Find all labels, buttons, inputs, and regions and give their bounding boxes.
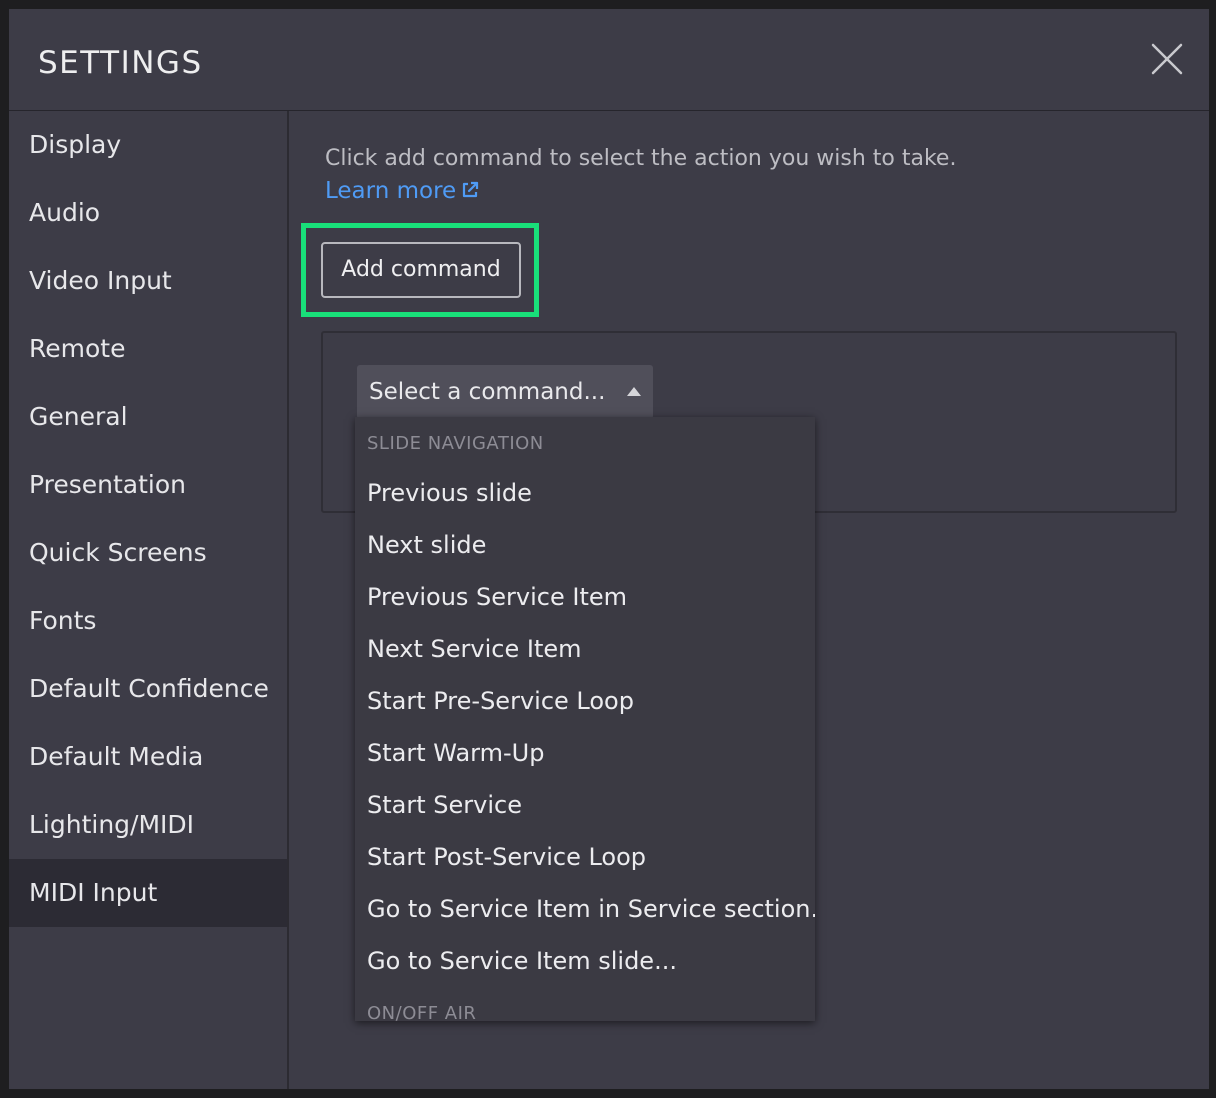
sidebar-item-display[interactable]: Display [9, 111, 287, 179]
sidebar-item-lighting-midi[interactable]: Lighting/MIDI [9, 791, 287, 859]
sidebar-item-label: Display [29, 130, 122, 159]
settings-dialog: SETTINGS Display Audio Video Input Remot… [9, 9, 1209, 1089]
menu-item-label: Next Service Item [367, 635, 582, 663]
dialog-title: SETTINGS [38, 45, 203, 81]
sidebar-item-label: Quick Screens [29, 538, 207, 567]
sidebar-item-midi-input[interactable]: MIDI Input [9, 859, 287, 927]
sidebar-item-label: Audio [29, 198, 101, 227]
menu-item[interactable]: Next slide [355, 519, 815, 571]
sidebar-item-label: MIDI Input [29, 878, 158, 907]
sidebar-item-label: Lighting/MIDI [29, 810, 195, 839]
sidebar-item-label: Fonts [29, 606, 97, 635]
menu-item-label: Start Warm-Up [367, 739, 545, 767]
menu-item[interactable]: Start Post-Service Loop [355, 831, 815, 883]
menu-item[interactable]: Start Pre-Service Loop [355, 675, 815, 727]
sidebar-item-general[interactable]: General [9, 383, 287, 451]
sidebar-item-label: Presentation [29, 470, 187, 499]
sidebar-item-label: Default Media [29, 742, 204, 771]
menu-item-label: Go to Service Item in Service section... [367, 895, 815, 923]
sidebar-item-video-input[interactable]: Video Input [9, 247, 287, 315]
menu-item-label: Go to Service Item slide... [367, 947, 677, 975]
sidebar-item-audio[interactable]: Audio [9, 179, 287, 247]
learn-more-link[interactable]: Learn more [325, 175, 480, 207]
sidebar-item-label: Remote [29, 334, 126, 363]
sidebar-item-fonts[interactable]: Fonts [9, 587, 287, 655]
dialog-header: SETTINGS [9, 9, 1209, 111]
menu-item[interactable]: Previous Service Item [355, 571, 815, 623]
menu-item[interactable]: Go to Service Item in Service section... [355, 883, 815, 935]
instruction-text: Click add command to select the action y… [325, 146, 957, 171]
command-select-value: Select a command... [369, 379, 606, 405]
settings-sidebar: Display Audio Video Input Remote General… [9, 111, 289, 1089]
sidebar-item-default-confidence[interactable]: Default Confidence [9, 655, 287, 723]
menu-item[interactable]: Start Warm-Up [355, 727, 815, 779]
sidebar-item-label: Video Input [29, 266, 172, 295]
menu-item[interactable]: Previous slide [355, 467, 815, 519]
command-select[interactable]: Select a command... [357, 365, 653, 419]
close-icon [1151, 43, 1183, 75]
menu-item[interactable]: Start Service [355, 779, 815, 831]
sidebar-item-remote[interactable]: Remote [9, 315, 287, 383]
settings-content: Click add command to select the action y… [289, 111, 1209, 1089]
menu-item-label: Start Service [367, 791, 522, 819]
external-link-icon [463, 181, 479, 198]
group-label-on-off-air: ON/OFF AIR [367, 1003, 477, 1021]
menu-item[interactable]: Next Service Item [355, 623, 815, 675]
menu-item-label: Previous slide [367, 479, 532, 507]
menu-item[interactable]: Go to Service Item slide... [355, 935, 815, 987]
sidebar-item-label: Default Confidence [29, 674, 269, 703]
group-label-slide-navigation: SLIDE NAVIGATION [367, 433, 544, 454]
sidebar-item-quick-screens[interactable]: Quick Screens [9, 519, 287, 587]
command-dropdown-menu: SLIDE NAVIGATION Previous slide Next sli… [355, 417, 815, 1021]
close-button[interactable] [1147, 39, 1187, 79]
sidebar-item-presentation[interactable]: Presentation [9, 451, 287, 519]
sidebar-item-default-media[interactable]: Default Media [9, 723, 287, 791]
menu-item-label: Next slide [367, 531, 487, 559]
menu-item-label: Start Post-Service Loop [367, 843, 647, 871]
learn-more-label: Learn more [325, 178, 457, 204]
caret-up-icon [627, 387, 641, 396]
menu-item-label: Previous Service Item [367, 583, 628, 611]
menu-item-label: Start Pre-Service Loop [367, 687, 634, 715]
sidebar-item-label: General [29, 402, 128, 431]
add-command-button[interactable]: Add command [321, 242, 521, 298]
